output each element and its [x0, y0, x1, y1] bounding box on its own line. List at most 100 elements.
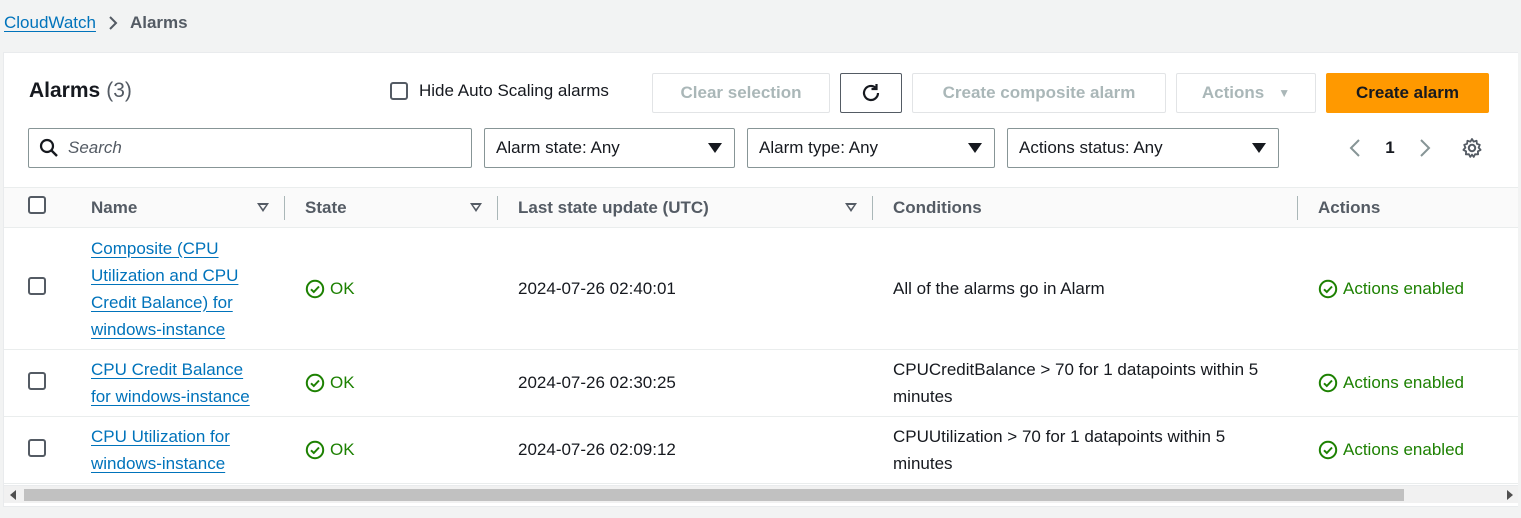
actions-status-text: Actions enabled [1343, 440, 1464, 459]
actions-status-text: Actions enabled [1343, 373, 1464, 392]
caret-down-icon [968, 143, 982, 153]
alarm-name-line: windows-instance [91, 454, 226, 473]
condition-cell: All of the alarms go in Alarm [873, 228, 1298, 350]
refresh-button[interactable] [840, 73, 902, 113]
current-page-number[interactable]: 1 [1378, 138, 1402, 158]
search-input[interactable] [68, 138, 448, 158]
state-text: OK [330, 278, 355, 298]
scroll-left-arrow-icon[interactable] [10, 490, 16, 500]
condition-cell: CPUUtilization > 70 for 1 datapoints wit… [873, 417, 1298, 484]
alarm-name-line: Credit Balance) for [91, 292, 233, 312]
refresh-icon [862, 84, 880, 102]
scrollbar-thumb[interactable] [24, 489, 1404, 501]
alarm-name-line: CPU Credit Balance [91, 360, 244, 379]
last-update-cell: 2024-07-26 02:09:12 [518, 440, 676, 459]
table-header-row: Name State Last state update (UTC) Condi… [4, 187, 1518, 228]
chevron-right-icon [108, 15, 118, 31]
state-cell: OK [285, 350, 498, 417]
column-header-name[interactable]: Name [71, 188, 285, 228]
column-header-last-update-label: Last state update (UTC) [518, 197, 709, 217]
row-select-cell [4, 417, 71, 484]
sort-icon[interactable] [470, 203, 482, 212]
column-header-name-label: Name [91, 197, 138, 217]
alarm-name-line: for windows-instance [91, 387, 250, 406]
check-circle-icon [1318, 279, 1338, 298]
horizontal-scrollbar[interactable] [4, 485, 1518, 503]
check-circle-icon [1318, 440, 1338, 460]
search-field[interactable] [28, 128, 472, 168]
column-header-actions: Actions [1298, 188, 1518, 228]
breadcrumb-cloudwatch-link[interactable]: CloudWatch [4, 13, 96, 33]
condition-line: CPUUtilization > 70 for 1 datapoints wit… [893, 427, 1226, 446]
sort-icon[interactable] [257, 203, 269, 212]
clear-selection-button[interactable]: Clear selection [652, 73, 830, 113]
actions-status-text: Actions enabled [1343, 278, 1464, 298]
actions-dropdown-button[interactable]: Actions ▼ [1176, 73, 1316, 113]
alarm-name-line: Utilization and CPU [91, 265, 239, 285]
preferences-button[interactable] [1461, 137, 1483, 159]
actions-status-value: Actions status: Any [1019, 138, 1163, 157]
create-composite-alarm-button[interactable]: Create composite alarm [912, 73, 1166, 113]
next-page-button[interactable] [1414, 133, 1436, 163]
actions-status-select[interactable]: Actions status: Any [1007, 128, 1279, 168]
condition-line: minutes [893, 454, 953, 473]
page-title: Alarms (3) [29, 79, 132, 103]
create-alarm-button[interactable]: Create alarm [1326, 73, 1489, 113]
alarm-name-link[interactable]: CPU Credit Balance for windows-instance [91, 360, 250, 406]
hide-autoscaling-toggle[interactable]: Hide Auto Scaling alarms [390, 81, 609, 101]
caret-down-icon: ▼ [1278, 86, 1291, 100]
actions-status-badge: Actions enabled [1318, 373, 1518, 393]
check-circle-icon [305, 373, 325, 393]
column-header-state-label: State [305, 197, 347, 217]
condition-line: minutes [893, 387, 953, 406]
actions-status-badge: Actions enabled [1318, 279, 1518, 299]
condition-cell: CPUCreditBalance > 70 for 1 datapoints w… [873, 350, 1298, 417]
alarm-name-cell: CPU Utilization for windows-instance [71, 417, 285, 484]
actions-cell: Actions enabled [1298, 228, 1518, 350]
table-row: CPU Utilization for windows-instance OK 2… [4, 417, 1518, 484]
alarm-count: (3) [106, 79, 132, 102]
sort-icon[interactable] [845, 203, 857, 212]
last-update-cell: 2024-07-26 02:40:01 [518, 278, 676, 298]
breadcrumb: CloudWatch Alarms [4, 12, 188, 34]
alarm-name-line: Composite (CPU [91, 238, 219, 258]
alarm-name-cell: Composite (CPU Utilization and CPU Credit … [71, 228, 285, 350]
alarm-name-cell: CPU Credit Balance for windows-instance [71, 350, 285, 417]
status-badge: OK [305, 373, 498, 393]
last-update-cell: 2024-07-26 02:30:25 [518, 373, 676, 392]
previous-page-button[interactable] [1344, 133, 1366, 163]
scroll-right-arrow-icon[interactable] [1507, 490, 1513, 500]
alarm-name-line: CPU Utilization for [91, 427, 230, 446]
row-select-cell [4, 350, 71, 417]
alarm-name-link[interactable]: CPU Utilization for windows-instance [91, 427, 230, 473]
row-checkbox[interactable] [28, 277, 46, 295]
state-text: OK [330, 440, 355, 459]
alarm-name-link[interactable]: Composite (CPU Utilization and CPU Credit … [91, 239, 238, 339]
alarm-state-select[interactable]: Alarm state: Any [484, 128, 735, 168]
actions-cell: Actions enabled [1298, 417, 1518, 484]
check-circle-icon [1318, 373, 1338, 393]
row-checkbox[interactable] [28, 371, 46, 390]
caret-down-icon [708, 143, 722, 153]
hide-autoscaling-label: Hide Auto Scaling alarms [419, 81, 609, 100]
select-all-checkbox[interactable] [28, 196, 46, 214]
pagination: 1 [1344, 133, 1436, 163]
status-badge: OK [305, 440, 498, 460]
condition-line: All of the alarms go in Alarm [893, 279, 1105, 298]
state-text: OK [330, 373, 355, 392]
actions-cell: Actions enabled [1298, 350, 1518, 417]
gear-icon [1462, 138, 1482, 158]
column-header-state[interactable]: State [285, 188, 498, 228]
chevron-left-icon [1349, 139, 1360, 157]
check-circle-icon [305, 279, 325, 298]
row-checkbox[interactable] [28, 438, 46, 457]
breadcrumb-current: Alarms [129, 13, 188, 32]
column-header-actions-label: Actions [1318, 197, 1381, 217]
table-row: CPU Credit Balance for windows-instance O… [4, 350, 1518, 417]
condition-line: CPUCreditBalance > 70 for 1 datapoints w… [893, 360, 1259, 379]
column-header-last-update[interactable]: Last state update (UTC) [498, 188, 873, 228]
alarm-state-value: Alarm state: Any [496, 138, 620, 157]
status-badge: OK [305, 279, 498, 299]
alarm-type-select[interactable]: Alarm type: Any [747, 128, 995, 168]
hide-autoscaling-checkbox[interactable] [390, 82, 408, 100]
